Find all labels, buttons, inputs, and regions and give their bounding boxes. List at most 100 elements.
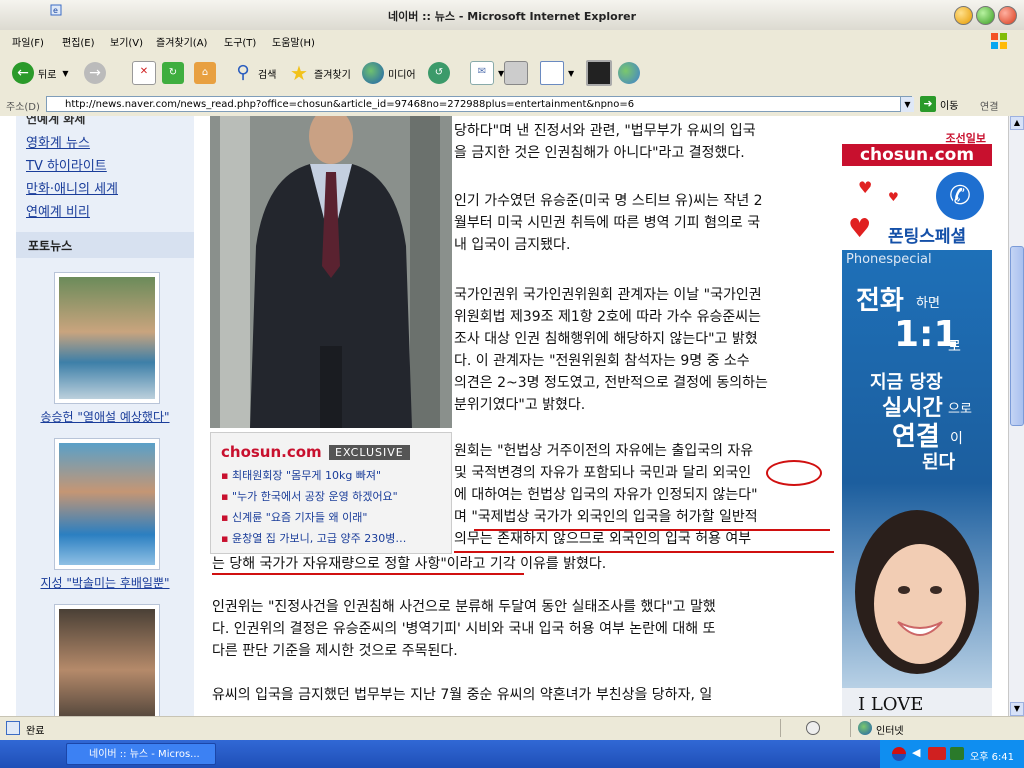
text-line: 의무는 존재하지 않으므로 외국인의 입국 허용 여부 — [454, 531, 752, 547]
language-icon[interactable] — [892, 747, 906, 761]
print-button[interactable] — [504, 61, 532, 85]
media-globe-icon — [362, 62, 384, 84]
search-button[interactable]: ⚲ 검색 — [232, 61, 276, 85]
tray-app-icon[interactable] — [928, 747, 946, 760]
vertical-scrollbar[interactable]: ▲ ▼ — [1008, 116, 1024, 716]
photo-caption-2[interactable]: 지성 "박솔미는 후배일뿐" — [16, 574, 194, 591]
minimize-button[interactable] — [954, 6, 973, 25]
mail-button[interactable]: ✉ ▼ — [470, 61, 504, 85]
back-button[interactable]: ← 뒤로 ▼ — [12, 61, 69, 85]
refresh-button[interactable]: ↻ — [162, 61, 188, 85]
photo-thumbnail-3[interactable] — [54, 604, 160, 716]
ad-hearts-area: ♥ ♥ ♥ ✆ 폰팅스페셜 — [842, 170, 992, 250]
scrollbar-thumb[interactable] — [1010, 246, 1024, 426]
exclusive-link-2[interactable]: "누가 한국에서 공장 운영 하겠어요" — [221, 488, 398, 504]
page-done-icon — [6, 721, 20, 735]
photo-caption-1[interactable]: 송승헌 "열애설 예상했다" — [16, 408, 194, 425]
window-title: 네이버 :: 뉴스 - Microsoft Internet Explorer — [387, 10, 637, 23]
status-bar: 완료 인터넷 — [0, 716, 1024, 741]
home-icon: ⌂ — [194, 62, 216, 84]
chevron-down-icon[interactable]: ▼ — [62, 69, 68, 78]
text-line: 다. 이 관계자는 "전원위원회 참석자는 9명 중 소수 — [454, 353, 750, 369]
left-sidebar: 연예계 화제 영화계 뉴스 TV 하이라이트 만화·애니의 세계 연예계 비리 … — [16, 116, 194, 716]
menu-help[interactable]: 도움말(H) — [272, 34, 315, 49]
messenger-button[interactable] — [618, 61, 644, 85]
phone-icon: ✆ — [936, 172, 984, 220]
text-line: 내 입국이 금지됐다. — [454, 237, 571, 253]
photo-image — [59, 609, 155, 716]
address-dropdown-button[interactable]: ▼ — [900, 97, 914, 112]
exclusive-link-1[interactable]: 최태원회장 "몸무게 10kg 빠져" — [221, 467, 381, 483]
svg-text:e: e — [53, 6, 58, 15]
toolbar: ← 뒤로 ▼ → ✕ ↻ ⌂ ⚲ 검색 ★ 즐겨찾기 미디어 ↺ ✉ ▼ ▼ — [0, 52, 1024, 95]
text-line: 국가인권위 국가인권위원회 관계자는 이날 "국가인권 — [454, 287, 762, 303]
go-arrow-icon: ➜ — [920, 96, 936, 112]
home-button[interactable]: ⌂ — [194, 61, 220, 85]
heart-icon: ♥ — [888, 190, 899, 204]
speaker-icon[interactable]: ◀ — [912, 746, 920, 759]
forward-button[interactable]: → — [84, 61, 110, 85]
history-button[interactable]: ↺ — [428, 61, 454, 85]
ad-line6: 된다 — [922, 452, 956, 473]
taskbar-window-button[interactable]: 네이버 :: 뉴스 - Micros... — [66, 743, 216, 765]
ad-chosun-logo: chosun.com — [842, 144, 992, 166]
favorites-label: 즐겨찾기 — [314, 69, 351, 81]
photo-news-title: 포토뉴스 — [28, 239, 73, 253]
maximize-button[interactable] — [976, 6, 995, 25]
page-icon: e — [50, 4, 62, 16]
photo-thumbnail-1[interactable] — [54, 272, 160, 404]
photo-thumbnail-2[interactable] — [54, 438, 160, 570]
sidebar-link-tv[interactable]: TV 하이라이트 — [26, 155, 107, 174]
menu-edit[interactable]: 편집(E) — [62, 34, 95, 49]
text-line: 에 대하여는 헌법상 입국의 자유가 인정되지 않는다" — [454, 487, 758, 503]
ad-promo-title: 폰팅스페셜 — [888, 227, 967, 247]
exclusive-news-box: chosun.com EXCLUSIVE 최태원회장 "몸무게 10kg 빠져"… — [210, 432, 452, 554]
chosun-logo[interactable]: chosun.com — [221, 443, 322, 461]
menu-tools[interactable]: 도구(T) — [224, 34, 256, 49]
text-line: 며 "국제법상 국가가 외국인의 입국을 허가할 일반적 — [454, 509, 758, 525]
advertisement-banner[interactable]: 조선일보 chosun.com ♥ ♥ ♥ ✆ 폰팅스페셜 Phonespeci… — [842, 116, 992, 716]
discuss-button[interactable] — [586, 60, 616, 86]
favorites-button[interactable]: ★ 즐겨찾기 — [288, 61, 351, 85]
ad-blue-panel: Phonespecial 전화 하면 1:1 로 지금 당장 실시간 으로 연결… — [842, 250, 992, 716]
tray-network-icon[interactable] — [950, 747, 964, 760]
media-label: 미디어 — [388, 69, 416, 81]
man-in-suit-illustration — [210, 116, 452, 428]
text-line: 당하다"며 낸 진정서와 관련, "법무부가 유씨의 입국 — [454, 123, 756, 139]
photo-news-header: 포토뉴스 — [16, 232, 194, 258]
privacy-icon[interactable] — [806, 721, 820, 735]
text-line: 원회는 "헌법상 거주이전의 자유에는 출입국의 자유 — [454, 443, 754, 459]
exclusive-link-3[interactable]: 신계륜 "요즘 기자들 왜 이래" — [221, 509, 367, 525]
address-input[interactable]: http://news.naver.com/news_read.php?offi… — [46, 96, 912, 112]
printer-icon — [504, 61, 528, 85]
go-button[interactable]: ➜ 이동 — [920, 96, 958, 112]
links-button[interactable]: 연결 — [980, 98, 998, 113]
status-text: 완료 — [26, 726, 45, 737]
sidebar-link-movie[interactable]: 영화계 뉴스 — [26, 132, 90, 151]
scroll-down-arrow-icon[interactable]: ▼ — [1010, 702, 1024, 716]
exclusive-link-4[interactable]: 윤창열 집 가보니, 고급 양주 230병… — [221, 530, 406, 546]
chevron-down-icon[interactable]: ▼ — [568, 69, 574, 78]
search-icon: ⚲ — [236, 62, 250, 83]
text-line: 분위기였다"고 밝혔다. — [454, 397, 586, 413]
close-button[interactable] — [998, 6, 1017, 25]
forward-arrow-icon: → — [84, 62, 106, 84]
menu-file[interactable]: 파일(F) — [12, 34, 44, 49]
page-content: 연예계 화제 영화계 뉴스 TV 하이라이트 만화·애니의 세계 연예계 비리 … — [0, 116, 1008, 716]
sidebar-link-comics[interactable]: 만화·애니의 세계 — [26, 178, 118, 197]
ad-line4b: 으로 — [948, 402, 972, 417]
edit-button[interactable]: ▼ — [540, 61, 574, 85]
red-underline-3 — [212, 573, 524, 575]
scroll-up-arrow-icon[interactable]: ▲ — [1010, 116, 1024, 130]
text-line: 유씨의 입국을 금지했던 법무부는 지난 7월 중순 유씨의 약혼녀가 부친상을… — [212, 687, 713, 703]
media-button[interactable]: 미디어 — [362, 61, 416, 85]
address-bar: 주소(D) http://news.naver.com/news_read.ph… — [0, 94, 1024, 117]
system-tray: ◀ 오후 6:41 — [880, 740, 1024, 768]
sidebar-link-scandal[interactable]: 연예계 비리 — [26, 201, 90, 220]
ad-line2b: 로 — [948, 339, 961, 355]
security-zone-text: 인터넷 — [876, 726, 904, 737]
stop-button[interactable]: ✕ — [132, 61, 160, 85]
heart-icon: ♥ — [848, 214, 872, 244]
menu-favorites[interactable]: 즐겨찾기(A) — [156, 34, 207, 49]
menu-view[interactable]: 보기(V) — [110, 34, 143, 49]
